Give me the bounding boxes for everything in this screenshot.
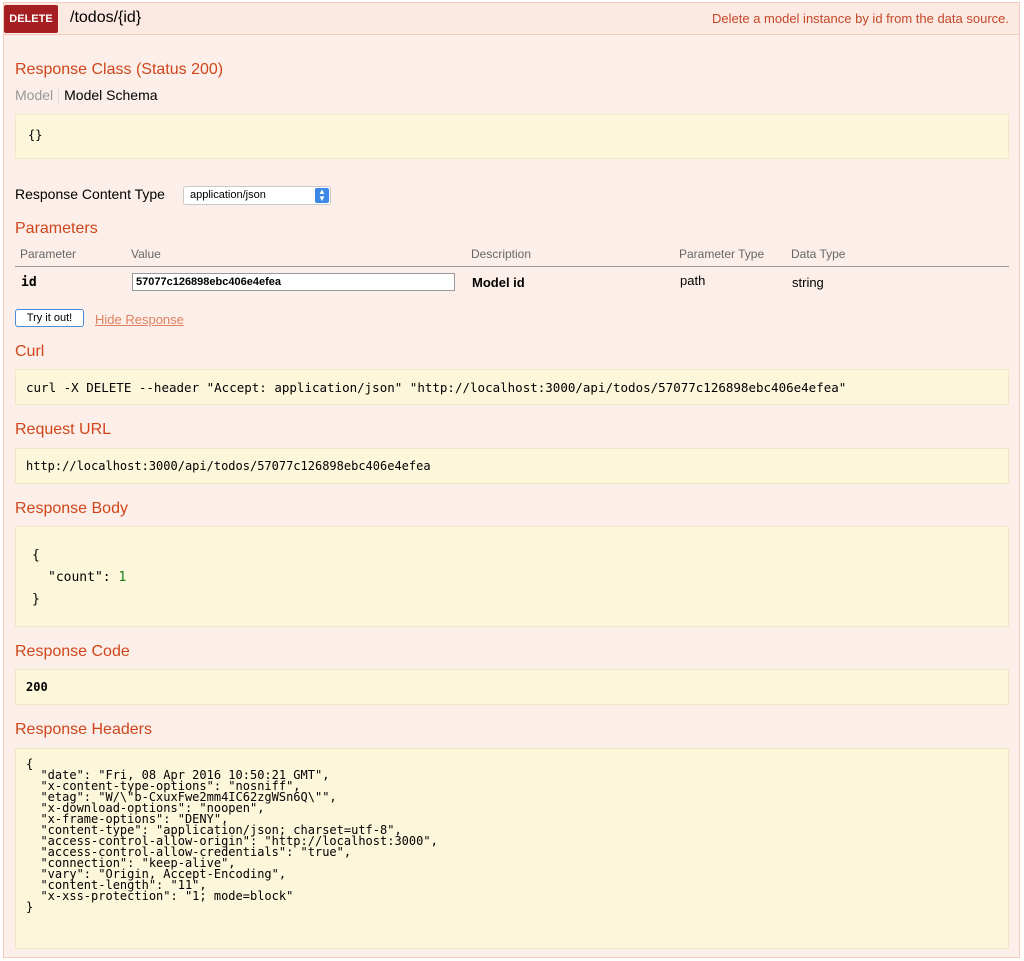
response-content-type-label: Response Content Type: [15, 186, 165, 202]
column-header-description: Description: [471, 247, 532, 261]
response-headers-box: { "date": "Fri, 08 Apr 2016 10:50:21 GMT…: [15, 748, 1009, 949]
column-header-value: Value: [131, 247, 161, 261]
param-type: path: [680, 273, 706, 288]
response-code-box: 200: [15, 669, 1009, 705]
response-class-title: Response Class (Status 200): [15, 61, 224, 78]
operation-path[interactable]: /todos/{id}: [70, 9, 141, 27]
body-count-key: "count":: [48, 570, 119, 585]
curl-title: Curl: [15, 343, 45, 360]
model-schema-text: {}: [28, 128, 43, 142]
curl-command: curl -X DELETE --header "Accept: applica…: [26, 380, 847, 395]
method-badge[interactable]: DELETE: [4, 5, 58, 33]
model-schema-box: {}: [15, 114, 1009, 159]
response-headers-text: { "date": "Fri, 08 Apr 2016 10:50:21 GMT…: [26, 757, 438, 914]
content-type-value: application/json: [190, 189, 266, 201]
model-tabs: Model Model Schema: [15, 87, 158, 103]
parameters-title: Parameters: [15, 220, 98, 237]
operation-heading[interactable]: DELETE /todos/{id} Delete a model instan…: [4, 3, 1019, 35]
select-arrows-icon: ▲ ▼: [315, 188, 329, 203]
parameters-divider: [15, 266, 1009, 267]
response-body-title: Response Body: [15, 500, 128, 517]
try-it-out-button[interactable]: Try it out!: [15, 309, 84, 327]
param-name: id: [21, 275, 37, 290]
body-open-brace: {: [32, 548, 40, 563]
response-code-value: 200: [26, 680, 48, 694]
operation-panel: DELETE /todos/{id} Delete a model instan…: [3, 2, 1020, 958]
response-body-box: { "count": 1 }: [15, 526, 1009, 627]
response-headers-title: Response Headers: [15, 721, 152, 738]
body-count-line: "count": 1: [32, 567, 1008, 589]
response-code-title: Response Code: [15, 643, 130, 660]
param-value-input[interactable]: 57077c126898ebc406e4efea: [132, 273, 455, 291]
request-url-title: Request URL: [15, 421, 112, 438]
operation-summary[interactable]: Delete a model instance by id from the d…: [712, 11, 1009, 26]
request-url-text: http://localhost:3000/api/todos/57077c12…: [26, 459, 431, 473]
curl-box: curl -X DELETE --header "Accept: applica…: [15, 369, 1009, 405]
column-header-parameter-type: Parameter Type: [679, 247, 765, 261]
request-url-box: http://localhost:3000/api/todos/57077c12…: [15, 448, 1009, 484]
body-close-brace: }: [32, 592, 40, 607]
param-data-type: string: [792, 275, 824, 290]
content-type-select[interactable]: application/json ▲ ▼: [183, 186, 331, 205]
tab-model[interactable]: Model: [15, 87, 60, 103]
body-count-value: 1: [118, 570, 127, 585]
column-header-data-type: Data Type: [791, 247, 846, 261]
tab-model-schema[interactable]: Model Schema: [59, 87, 157, 103]
column-header-parameter: Parameter: [20, 247, 77, 261]
hide-response-link[interactable]: Hide Response: [95, 312, 184, 327]
param-description: Model id: [472, 275, 525, 290]
